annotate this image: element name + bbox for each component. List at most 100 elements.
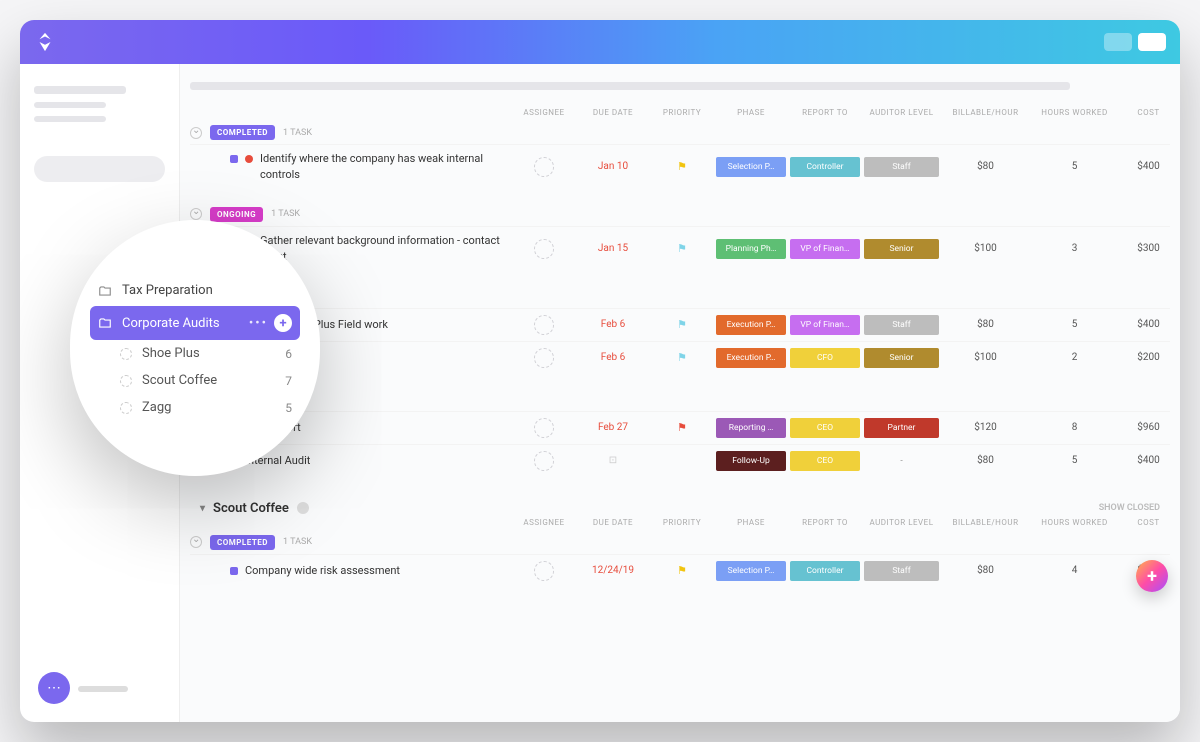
collapse-icon[interactable] [190,536,202,548]
status-group-header[interactable]: COMPLETED 1 TASK [190,121,1170,144]
report-to-chip[interactable]: VP of Finan… [790,239,860,259]
due-date[interactable]: Jan 15 [578,243,648,254]
auditor-level-chip[interactable]: Staff [864,157,939,177]
priority-flag[interactable]: ⚑ [652,318,712,331]
folder-tax-preparation[interactable]: Tax Preparation [84,275,306,306]
folder-icon [98,284,112,298]
billable-rate: $80 [943,565,1028,576]
auditor-level-chip[interactable]: Staff [864,561,939,581]
report-to-chip[interactable]: CFO [790,348,860,368]
auditor-level-chip[interactable]: Senior [864,239,939,259]
chat-button[interactable]: ⋯ [38,672,70,704]
collapse-icon[interactable] [190,127,202,139]
column-header: ASSIGNEE [514,518,574,527]
list-title-text: Scout Coffee [213,501,289,516]
window-minimize[interactable] [1104,33,1132,51]
sidebar-skeleton [34,116,106,122]
assignee-button[interactable] [534,418,554,438]
priority-flag[interactable]: ⚑ [652,421,712,434]
cost: $300 [1121,243,1176,254]
assignee-button[interactable] [534,315,554,335]
folder-label: Corporate Audits [122,316,220,331]
auditor-level-chip[interactable]: Staff [864,315,939,335]
add-list-button[interactable]: + [274,314,292,332]
priority-flag[interactable]: ⚑ [652,160,712,173]
window-maximize[interactable] [1138,33,1166,51]
due-date[interactable]: 12/24/19 [578,565,648,576]
column-header: DUE DATE [578,108,648,117]
priority-flag[interactable]: ⚑ [652,564,712,577]
priority-flag[interactable]: ⚑ [652,242,712,255]
phase-chip[interactable]: Reporting … [716,418,786,438]
folder-corporate-audits[interactable]: Corporate Audits ••• + [90,306,300,340]
task-row[interactable]: Identify where the company has weak inte… [190,144,1170,189]
column-header: HOURS WORKED [1032,108,1117,117]
assignee-button[interactable] [534,451,554,471]
status-group-header[interactable]: OPEN 2 TASKS [190,388,1170,411]
column-header: PHASE [716,108,786,117]
cost: $400 [1121,455,1176,466]
show-closed-toggle[interactable]: SHOW CLOSED [1099,503,1170,513]
task-row[interactable]: Final report Feb 27 ⚑ Reporting … CEO Pa… [190,411,1170,444]
due-date[interactable]: Feb 6 [578,352,648,363]
assignee-button[interactable] [534,239,554,259]
status-group-header[interactable]: COMPLETED 1 TASK [190,531,1170,554]
due-date[interactable]: Feb 27 [578,422,648,433]
sidebar-list-item[interactable]: Zagg5 [84,394,306,421]
assignee-button[interactable] [534,561,554,581]
billable-rate: $100 [943,243,1028,254]
create-fab[interactable]: + [1136,560,1168,592]
report-to-chip[interactable]: Controller [790,561,860,581]
info-icon[interactable] [297,502,309,514]
column-header: AUDITOR LEVEL [864,108,939,117]
sidebar-list-item[interactable]: Shoe Plus6 [84,340,306,367]
due-date[interactable]: Feb 6 [578,319,648,330]
breadcrumb-skeleton [190,82,1070,90]
folder-label: Tax Preparation [122,283,213,298]
assignee-button[interactable] [534,157,554,177]
task-row[interactable]: Gather relevant background information -… [190,226,1170,271]
column-header: DUE DATE [578,518,648,527]
phase-chip[interactable]: Execution P… [716,315,786,335]
app-logo-icon [34,31,56,53]
status-pill: COMPLETED [210,535,275,550]
hours-worked: 2 [1032,352,1117,363]
search-input[interactable] [34,156,165,182]
priority-flag[interactable]: ⚑ [652,351,712,364]
sidebar-list-item[interactable]: Scout Coffee7 [84,367,306,394]
column-header: PHASE [716,518,786,527]
task-row[interactable]: Internal Audit ⊡ Follow-Up CEO - $80 5 $… [190,444,1170,477]
task-row[interactable]: Status meeting Feb 6 ⚑ Execution P… CFO … [190,341,1170,374]
status-group-header[interactable]: UP NEXT 2 TASKS [190,285,1170,308]
column-header: COST [1121,108,1176,117]
collapse-icon[interactable] [190,208,202,220]
phase-chip[interactable]: Planning Ph… [716,239,786,259]
report-to-chip[interactable]: Controller [790,157,860,177]
phase-chip[interactable]: Selection P… [716,561,786,581]
phase-chip[interactable]: Follow-Up [716,451,786,471]
auditor-level-chip[interactable]: - [864,451,939,471]
phase-chip[interactable]: Selection P… [716,157,786,177]
report-to-chip[interactable]: VP of Finan… [790,315,860,335]
list-title[interactable]: Scout Coffee SHOW CLOSED [190,495,1170,518]
report-to-chip[interactable]: CEO [790,418,860,438]
billable-rate: $100 [943,352,1028,363]
cost: $960 [1121,422,1176,433]
auditor-level-chip[interactable]: Senior [864,348,939,368]
status-group-header[interactable]: ONGOING 1 TASK [190,203,1170,226]
report-to-chip[interactable]: CEO [790,451,860,471]
task-count: 1 TASK [283,537,312,547]
titlebar [20,20,1180,64]
assignee-button[interactable] [534,348,554,368]
task-row[interactable]: Execute Shoe Plus Field work Feb 6 ⚑ Exe… [190,308,1170,341]
list-label: Scout Coffee [142,373,217,388]
billable-rate: $120 [943,422,1028,433]
chat-skeleton [78,686,128,692]
phase-chip[interactable]: Execution P… [716,348,786,368]
auditor-level-chip[interactable]: Partner [864,418,939,438]
due-date[interactable]: ⊡ [578,455,648,466]
folder-menu-icon[interactable]: ••• [249,316,268,331]
task-row[interactable]: Company wide risk assessment 12/24/19 ⚑ … [190,554,1170,587]
billable-rate: $80 [943,455,1028,466]
due-date[interactable]: Jan 10 [578,161,648,172]
